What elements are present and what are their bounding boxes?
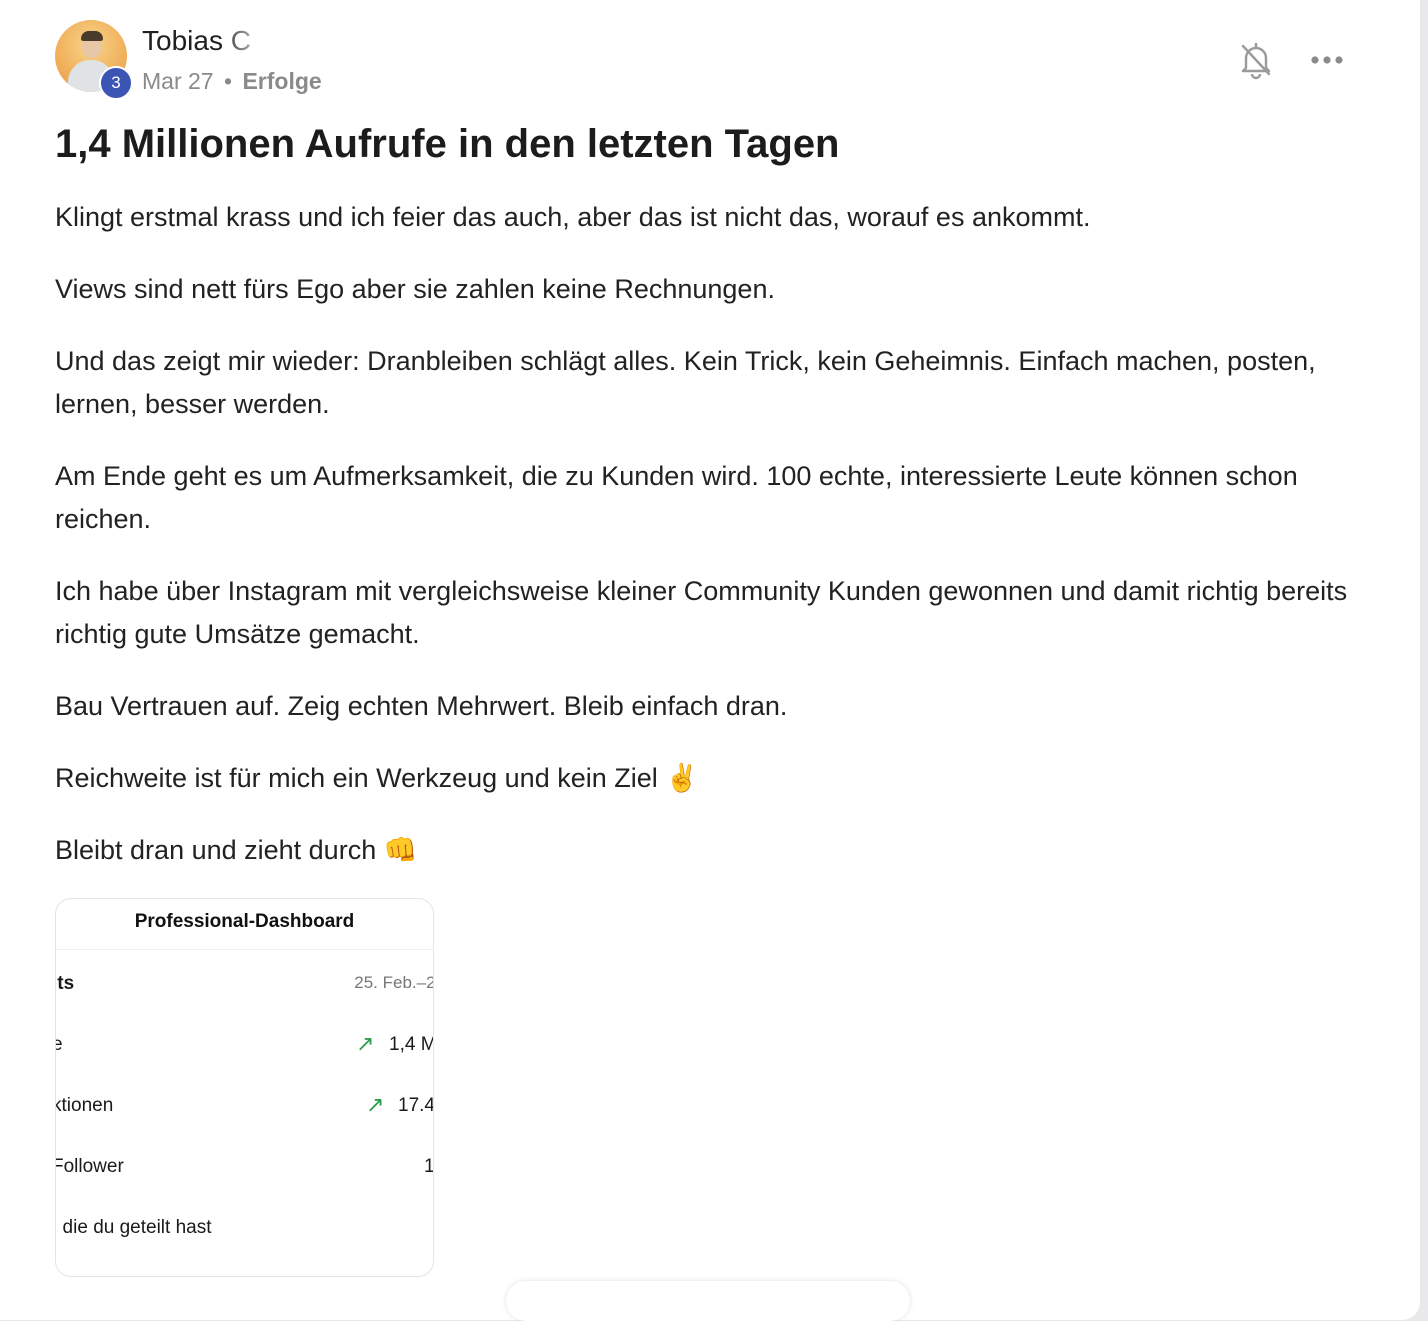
- post-card: 3 Tobias C Mar 27 • Erfolge 1,4 Millione…: [0, 0, 1420, 1321]
- trend-up-icon: ↗: [356, 1031, 375, 1056]
- post-paragraph-text: Reichweite ist für mich ein Werkzeug und…: [55, 763, 658, 793]
- meta-separator: •: [223, 68, 233, 94]
- post-body: Klingt erstmal krass und ich feier das a…: [55, 196, 1355, 901]
- post-paragraph: Bau Vertrauen auf. Zeig echten Mehrwert.…: [55, 691, 788, 721]
- dashboard-row: , die du geteilt hast: [56, 1217, 433, 1247]
- more-horizontal-icon: [1311, 56, 1343, 64]
- dashboard-row-value: 1: [424, 1156, 434, 1177]
- post-header: 3 Tobias C Mar 27 • Erfolge: [55, 20, 1355, 100]
- fist-bump-icon: 👊: [383, 835, 418, 866]
- post-paragraph: Am Ende geht es um Aufmerksamkeit, die z…: [55, 461, 1298, 534]
- more-options-button[interactable]: [1308, 48, 1348, 72]
- victory-hand-icon: ✌️: [665, 763, 699, 794]
- post-paragraph: Und das zeigt mir wieder: Dranbleiben sc…: [55, 346, 1316, 419]
- dashboard-row-label: Follower: [55, 1156, 124, 1177]
- dashboard-row-value: 17.4: [398, 1095, 434, 1116]
- dashboard-date-range: 25. Feb.–26: [354, 973, 433, 992]
- dashboard-row-label: , die du geteilt hast: [55, 1217, 212, 1238]
- post-paragraph: Views sind nett fürs Ego aber sie zahlen…: [55, 274, 775, 304]
- dashboard-title: Professional-Dashboard: [56, 899, 433, 950]
- trend-up-icon: ↗: [366, 1092, 385, 1117]
- dashboard-row-label: ktionen: [55, 1095, 114, 1116]
- post-paragraph: Klingt erstmal krass und ich feier das a…: [55, 202, 1091, 232]
- post-paragraph: Reichweite ist für mich ein Werkzeug und…: [55, 757, 1355, 800]
- post-date: Mar 27: [142, 68, 214, 94]
- dashboard-row-label: e: [56, 1034, 63, 1056]
- notification-toggle-button[interactable]: [1238, 40, 1274, 80]
- post-paragraph-text: Bleibt dran und zieht durch: [55, 835, 377, 865]
- post-paragraph: Ich habe über Instagram mit vergleichswe…: [55, 576, 1348, 649]
- image-attachment[interactable]: Professional-Dashboard its 25. Feb.–26 e…: [55, 898, 434, 1277]
- post-meta: Mar 27 • Erfolge: [142, 68, 322, 95]
- dashboard-row: ktionen ↗ 17.4: [55, 1092, 434, 1125]
- dashboard-section-label: its: [56, 973, 75, 994]
- post-paragraph: Bleibt dran und zieht durch 👊: [55, 829, 1355, 872]
- level-badge: 3: [99, 66, 133, 100]
- dashboard-row-value: 1,4 M: [389, 1034, 434, 1055]
- bell-off-icon: [1241, 42, 1271, 80]
- dashboard-header-row: its 25. Feb.–26: [56, 973, 433, 1003]
- post-category[interactable]: Erfolge: [242, 68, 321, 94]
- floating-action-bar[interactable]: [506, 1281, 910, 1321]
- author-name[interactable]: Tobias C: [142, 25, 307, 57]
- post-title: 1,4 Millionen Aufrufe in den letzten Tag…: [55, 122, 840, 166]
- dashboard-row: e ↗ 1,4 M: [56, 1031, 434, 1064]
- dashboard-row: Follower 1: [56, 1156, 433, 1186]
